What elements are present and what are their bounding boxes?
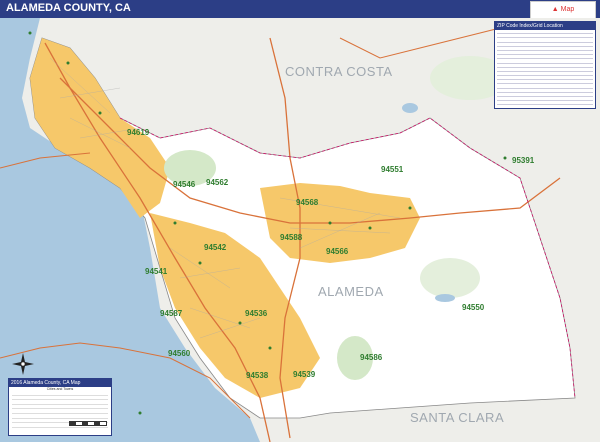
county-label-santa-clara: SANTA CLARA [410,410,504,425]
zip-label-94551: 94551 [381,165,404,174]
zip-label-94542: 94542 [204,243,227,252]
zip-index-row [497,105,593,108]
zip-label-95391: 95391 [512,156,535,165]
zip-label-94619: 94619 [127,128,150,137]
map-frame: ALAMEDA COUNTY, CA ▲ Map CONTRA COSTA AL… [0,0,600,442]
legend-title: 2016 Alameda County, CA Map [9,379,111,387]
zip-index-title: ZIP Code Index/Grid Location [495,22,595,30]
county-label-alameda: ALAMEDA [318,284,384,299]
zip-label-94539: 94539 [293,370,316,379]
park-area-3 [420,258,480,298]
zip-label-94560: 94560 [168,349,191,358]
zip-label-94562: 94562 [206,178,229,187]
map-title: ALAMEDA COUNTY, CA [6,2,131,14]
title-bar: ALAMEDA COUNTY, CA ▲ Map [0,0,600,19]
publisher-logo: ▲ Map [530,1,596,19]
zip-label-94588: 94588 [280,233,303,242]
zip-label-94538: 94538 [246,371,269,380]
zip-label-94586: 94586 [360,353,383,362]
zip-label-94587: 94587 [160,309,183,318]
zip-code-index: ZIP Code Index/Grid Location [494,21,596,109]
scale-bar [69,421,107,426]
reservoir [402,103,418,113]
zip-label-94550: 94550 [462,303,485,312]
lake-del-valle [435,294,455,302]
zip-label-94568: 94568 [296,198,319,207]
zip-label-94536: 94536 [245,309,268,318]
zip-label-94566: 94566 [326,247,349,256]
county-label-contra-costa: CONTRA COSTA [285,64,393,79]
zip-label-94546: 94546 [173,180,196,189]
compass-rose-icon [12,353,34,375]
zip-label-94541: 94541 [145,267,168,276]
map-legend: 2016 Alameda County, CA Map Cities and T… [8,378,112,436]
zip-index-rows [495,30,595,108]
